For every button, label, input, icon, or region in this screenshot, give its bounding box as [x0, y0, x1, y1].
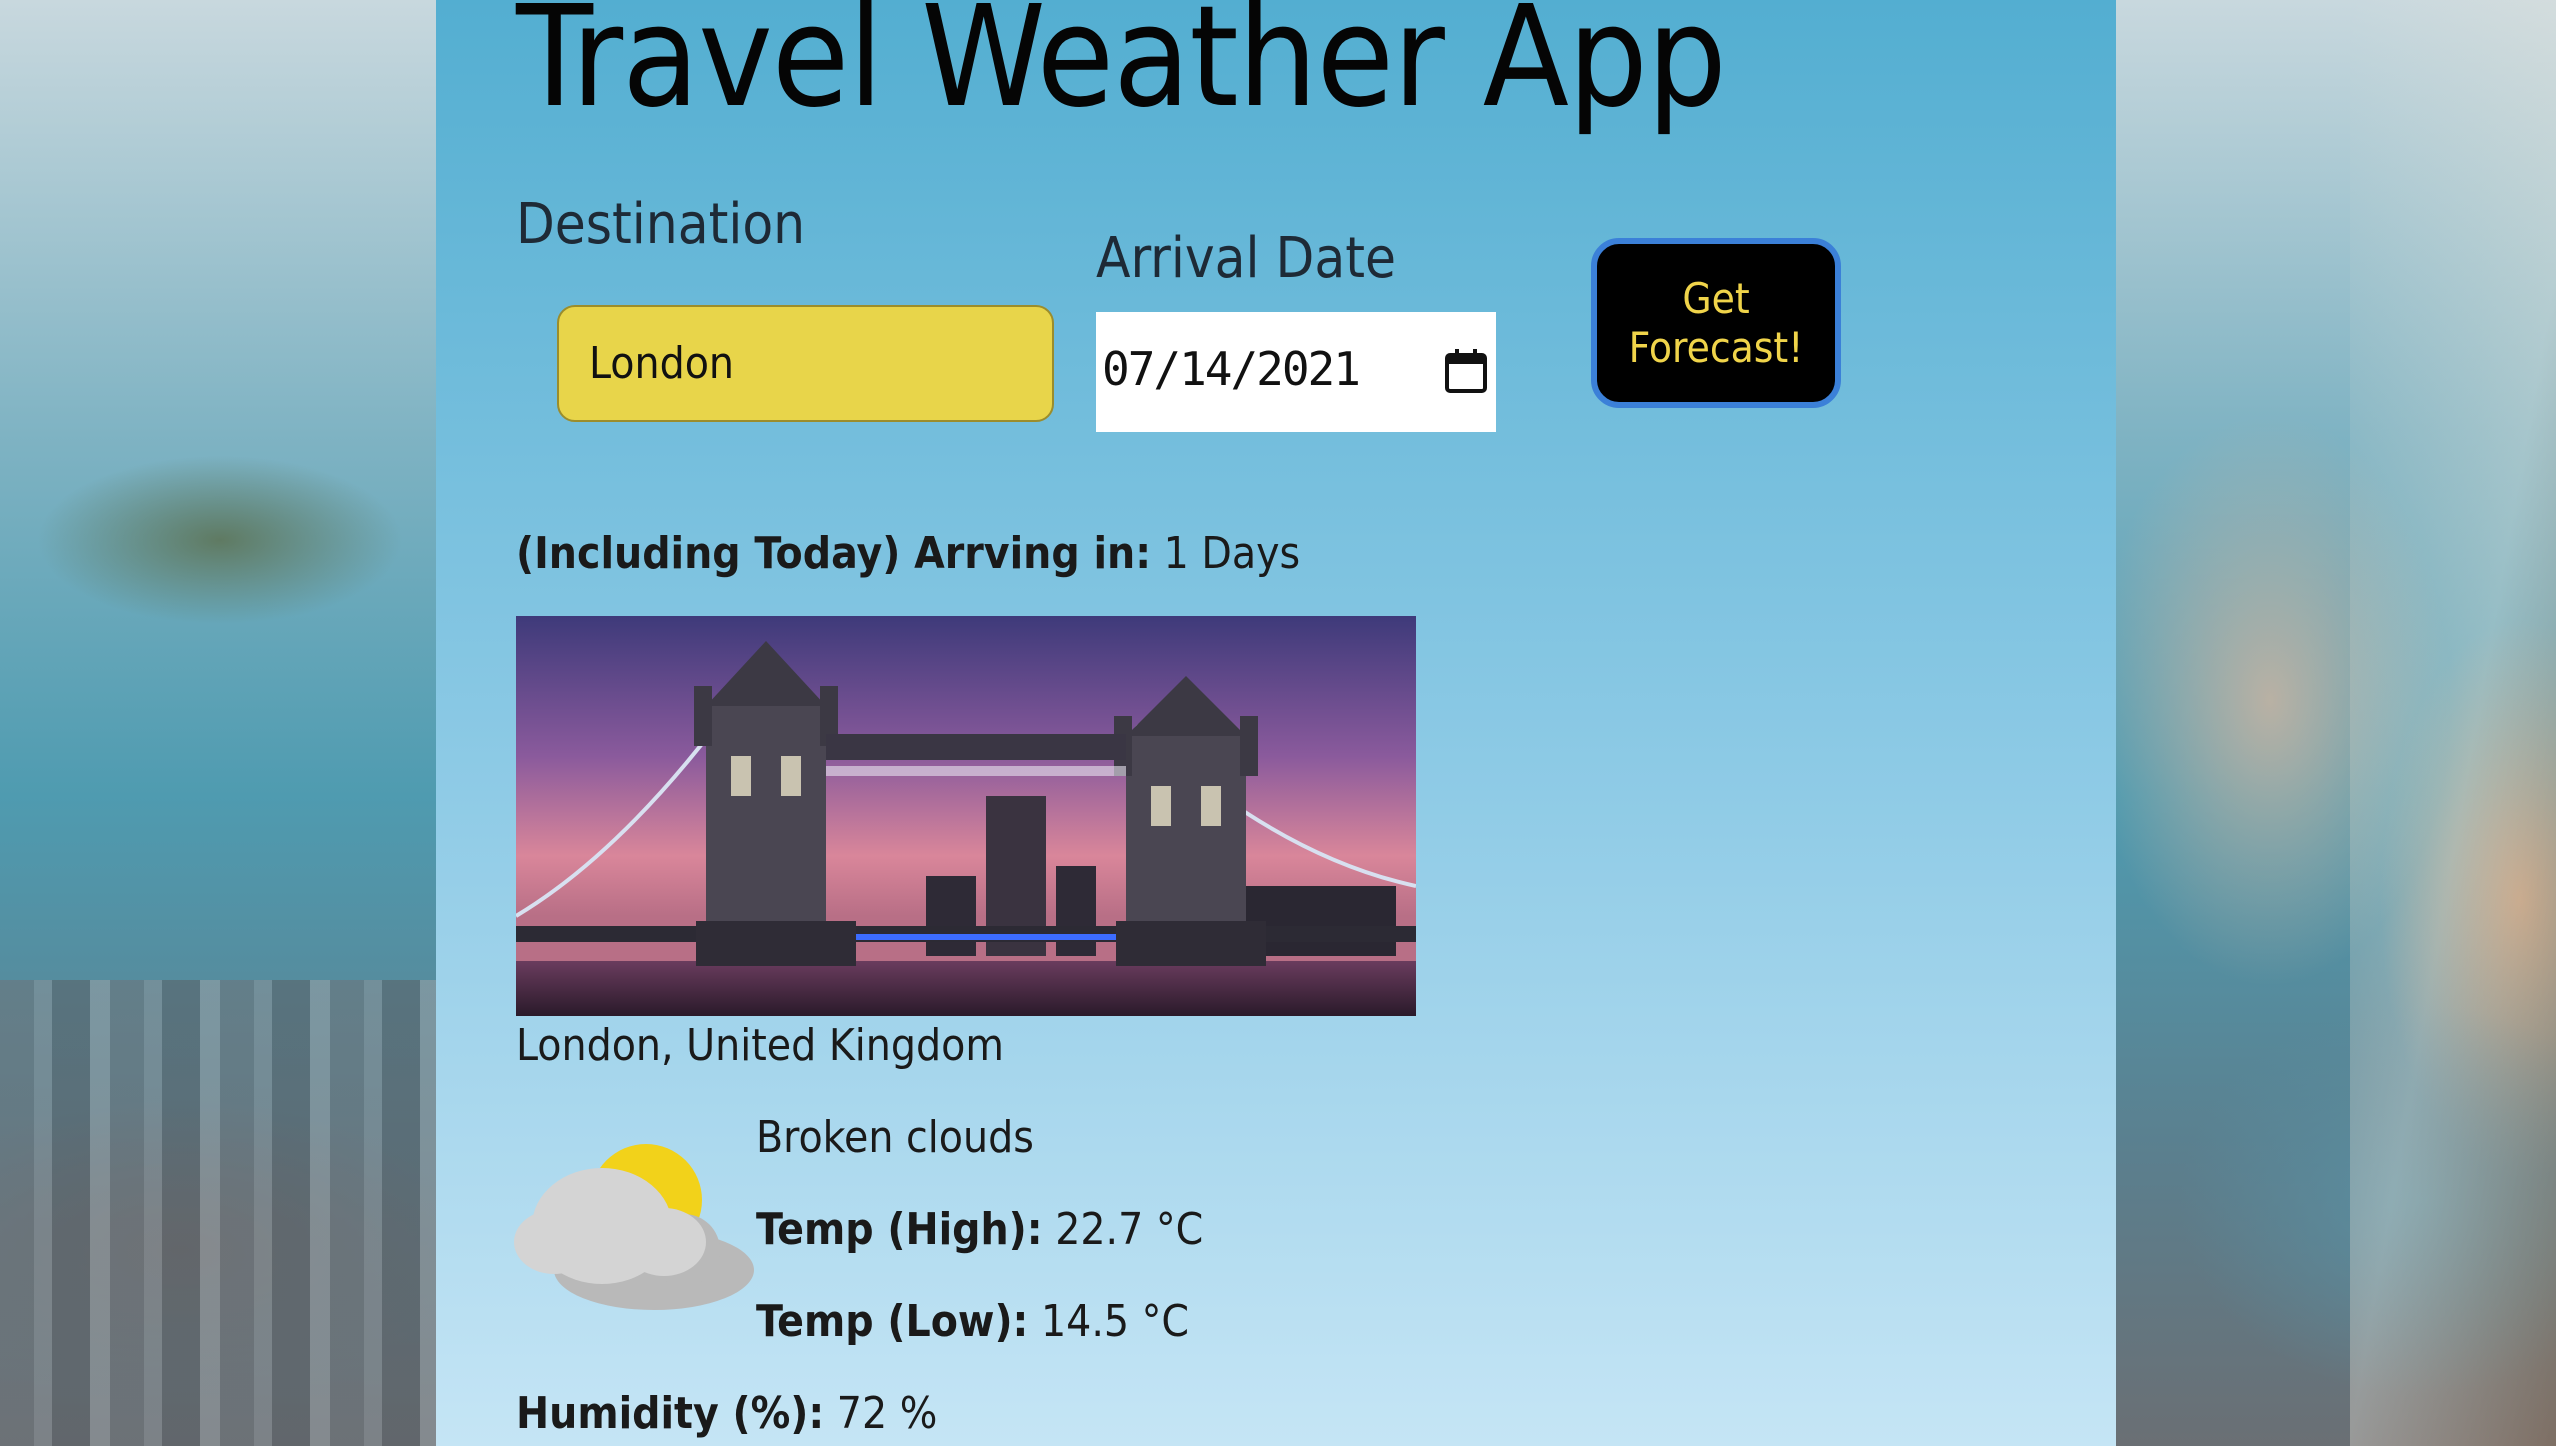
arrival-countdown: (Including Today) Arrving in: 1 Days — [516, 528, 1300, 579]
temp-high-label: Temp (High): — [756, 1204, 1043, 1255]
calendar-icon[interactable] — [1444, 348, 1488, 394]
page-title: Travel Weather App — [516, 0, 1727, 139]
arrival-countdown-value: 1 Days — [1163, 528, 1301, 579]
background-city-buildings — [0, 980, 440, 1446]
arrival-countdown-label: (Including Today) Arrving in: — [516, 528, 1152, 579]
arrival-date-input[interactable]: 07/14/2021 — [1096, 312, 1496, 432]
arrival-date-value: 07/14/2021 — [1102, 342, 1361, 396]
temp-high-value: 22.7 °C — [1055, 1204, 1204, 1255]
tower-bridge-image — [516, 616, 1416, 1016]
temp-high: Temp (High): 22.7 °C — [756, 1204, 1203, 1255]
temp-low-label: Temp (Low): — [756, 1296, 1029, 1347]
broken-clouds-icon — [514, 1144, 754, 1310]
temp-low: Temp (Low): 14.5 °C — [756, 1296, 1189, 1347]
get-forecast-button[interactable]: Get Forecast! — [1591, 238, 1841, 408]
destination-photo — [516, 616, 1416, 1016]
humidity-label: Humidity (%): — [516, 1388, 825, 1439]
arrival-date-label: Arrival Date — [1096, 226, 1396, 291]
weather-description: Broken clouds — [756, 1112, 1034, 1163]
humidity-value: 72 % — [836, 1388, 938, 1439]
destination-label: Destination — [516, 192, 806, 257]
background-airplane-window — [2350, 0, 2556, 1446]
destination-input[interactable] — [557, 305, 1054, 422]
humidity: Humidity (%): 72 % — [516, 1388, 937, 1439]
temp-low-value: 14.5 °C — [1040, 1296, 1190, 1347]
main-panel: Travel Weather App Destination Arrival D… — [436, 0, 2116, 1446]
destination-location: London, United Kingdom — [516, 1020, 1004, 1071]
